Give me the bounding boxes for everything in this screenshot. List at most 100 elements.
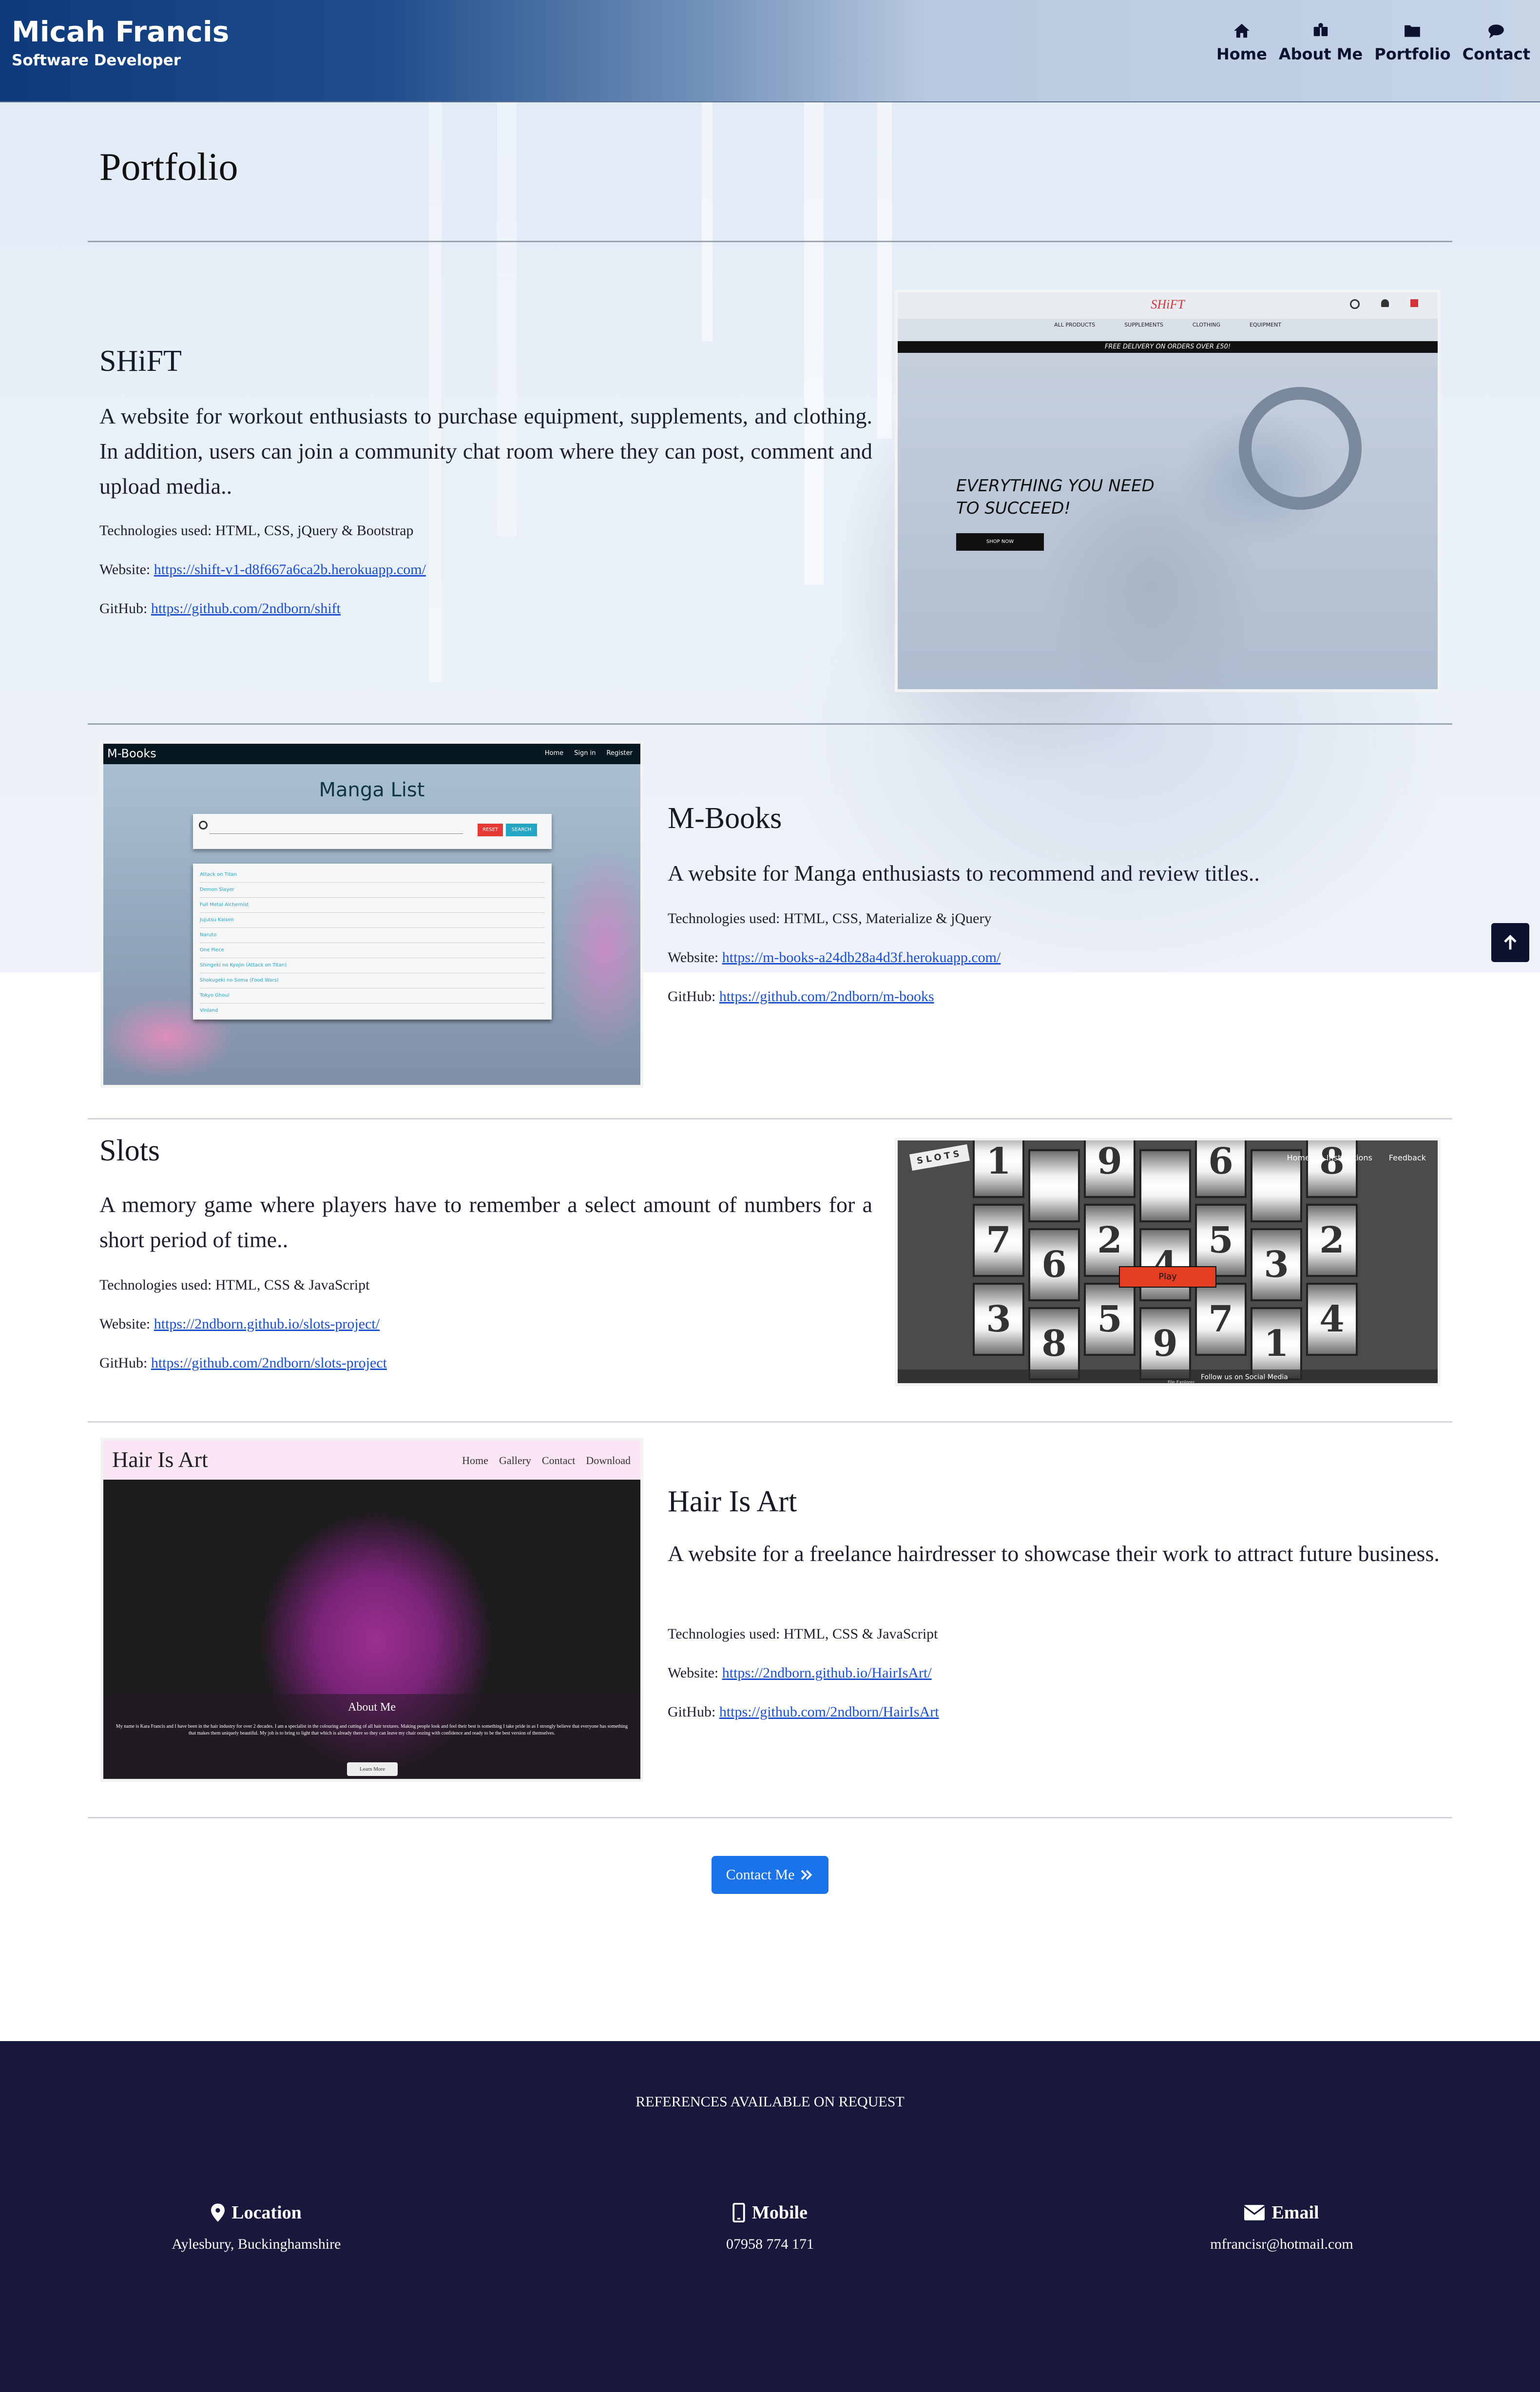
site-header: Micah Francis Software Developer Home Ab… <box>0 0 1540 102</box>
hair-nav-item: Download <box>586 1454 631 1466</box>
manga-list-item: One Piece <box>200 943 545 958</box>
search-icon <box>199 821 208 829</box>
mobile-label: Mobile <box>752 2202 808 2223</box>
project-github-row-slots: GitHub: https://github.com/2ndborn/slots… <box>99 1355 387 1371</box>
project-tech-hairisart: Technologies used: HTML, CSS & JavaScrip… <box>668 1626 938 1642</box>
mbooks-shot-search-card: RESET SEARCH <box>193 814 552 849</box>
project-website-row-hairisart: Website: https://2ndborn.github.io/HairI… <box>668 1665 932 1681</box>
project-title-shift: SHiFT <box>99 345 182 378</box>
nav-home[interactable]: Home <box>1211 21 1273 63</box>
manga-list-item: Vinland <box>200 1008 218 1013</box>
slot-cell <box>1028 1149 1080 1222</box>
website-label: Website: <box>668 1665 722 1681</box>
project-website-row-mbooks: Website: https://m-books-a24db28a4d3f.he… <box>668 949 1001 966</box>
slots-shot-nav: Home Instructions Feedback <box>1287 1153 1426 1162</box>
project-website-link-mbooks[interactable]: https://m-books-a24db28a4d3f.herokuapp.c… <box>722 949 1001 965</box>
website-label: Website: <box>99 561 154 578</box>
shift-menu-item: EQUIPMENT <box>1250 322 1281 328</box>
main-nav: Home About Me Portfolio Contact <box>1211 21 1536 63</box>
double-chevron-right-icon <box>801 1870 812 1880</box>
hair-nav-item: Contact <box>541 1454 576 1466</box>
brand-name[interactable]: Micah Francis <box>12 15 229 49</box>
shift-shot-menu: ALL PRODUCTS SUPPLEMENTS CLOTHING EQUIPM… <box>898 322 1438 333</box>
bag-icon <box>1410 299 1418 307</box>
slot-cell: 9 <box>1084 1140 1136 1198</box>
project-github-link-slots[interactable]: https://github.com/2ndborn/slots-project <box>151 1355 387 1371</box>
project-description-shift: A website for workout enthusiasts to pur… <box>99 404 872 499</box>
project-screenshot-slots[interactable]: 173689254965731824 SLOTS Home Instructio… <box>895 1138 1441 1386</box>
project-website-link-slots[interactable]: https://2ndborn.github.io/slots-project/ <box>154 1316 380 1332</box>
project-github-link-shift[interactable]: https://github.com/2ndborn/shift <box>151 600 341 617</box>
hair-shot-navbar: Hair Is Art Home Gallery Contact Downloa… <box>103 1441 640 1480</box>
manga-list-item: Jujutsu Kaisen <box>200 913 545 928</box>
shift-shot-headline: EVERYTHING YOU NEED TO SUCCEED! <box>956 476 1155 518</box>
github-label: GitHub: <box>99 1355 151 1371</box>
hair-shot-about: About Me My name is Kara Francis and I h… <box>103 1694 640 1779</box>
slots-shot-footer: Follow us on Social Media File Explorer <box>898 1370 1438 1385</box>
website-label: Website: <box>99 1316 154 1332</box>
footer-mobile-heading: Mobile <box>599 2202 941 2223</box>
project-github-link-mbooks[interactable]: https://github.com/2ndborn/m-books <box>719 988 934 1004</box>
footer-mobile: Mobile 07958 774 171 <box>599 2202 941 2253</box>
mobile-phone-icon <box>732 2203 745 2222</box>
nav-portfolio[interactable]: Portfolio <box>1368 21 1456 63</box>
hair-shot-nav: Home Gallery Contact Download <box>462 1454 631 1467</box>
mbooks-shot-heading: Manga List <box>319 779 425 801</box>
project-screenshot-hairisart[interactable]: Hair Is Art Home Gallery Contact Downloa… <box>100 1438 643 1782</box>
project-screenshot-mbooks[interactable]: M-Books Home Sign in Register Manga List… <box>100 741 643 1088</box>
project-github-link-hairisart[interactable]: https://github.com/2ndborn/HairIsArt <box>719 1704 939 1720</box>
hair-learn-more-button: Learn More <box>347 1762 398 1776</box>
folder-icon <box>1405 25 1421 37</box>
divider <box>88 241 1452 242</box>
mbooks-nav-item: Home <box>544 750 564 757</box>
manga-list-item: Full Metal Alchemist <box>200 898 545 913</box>
slot-cell: 1 <box>973 1140 1024 1198</box>
project-description-mbooks: A website for Manga enthusiasts to recom… <box>668 861 1260 886</box>
project-website-row-shift: Website: https://shift-v1-d8f667a6ca2b.h… <box>99 561 426 578</box>
slot-cell: 5 <box>1084 1283 1136 1356</box>
project-website-row-slots: Website: https://2ndborn.github.io/slots… <box>99 1316 380 1332</box>
location-value: Aylesbury, Buckinghamshire <box>172 2236 341 2252</box>
nav-contact[interactable]: Contact <box>1457 21 1536 63</box>
project-website-link-hairisart[interactable]: https://2ndborn.github.io/HairIsArt/ <box>722 1665 932 1681</box>
hair-nav-item: Gallery <box>499 1454 531 1466</box>
project-screenshot-shift[interactable]: SHiFT ALL PRODUCTS SUPPLEMENTS CLOTHING … <box>895 289 1441 692</box>
slot-reels: 173689254965731824 <box>973 1140 1365 1383</box>
slot-cell: 3 <box>1251 1228 1302 1301</box>
divider <box>88 1421 1452 1423</box>
slot-cell: 6 <box>1195 1140 1247 1198</box>
shift-shot-navbar: SHiFT <box>898 292 1438 319</box>
project-tech-slots: Technologies used: HTML, CSS & JavaScrip… <box>99 1277 370 1293</box>
manga-list-item: Naruto <box>200 928 545 943</box>
mbooks-nav-item: Register <box>606 750 633 757</box>
brand-subtitle: Software Developer <box>12 52 181 69</box>
slot-cell: 6 <box>1028 1228 1080 1301</box>
mbooks-shot-list: Attack on Titan Demon Slayer Full Metal … <box>193 864 552 1020</box>
slot-reel: 925 <box>1084 1140 1136 1383</box>
mbooks-shot-logo: M-Books <box>107 747 156 760</box>
github-label: GitHub: <box>668 988 719 1004</box>
shift-shot-hero: EVERYTHING YOU NEED TO SUCCEED! SHOP NOW <box>898 353 1438 689</box>
slots-credit: File Explorer <box>1168 1380 1195 1385</box>
footer-email: Email mfrancisr@hotmail.com <box>1111 2202 1452 2253</box>
shift-menu-item: ALL PRODUCTS <box>1054 322 1096 328</box>
mobile-value: 07958 774 171 <box>726 2236 814 2252</box>
slots-shot-logo: SLOTS <box>909 1144 970 1171</box>
hair-shot-logo: Hair Is Art <box>112 1447 208 1472</box>
footer-location-heading: Location <box>86 2202 427 2223</box>
nav-about[interactable]: About Me <box>1273 21 1368 63</box>
shift-shot-cta: SHOP NOW <box>956 533 1044 551</box>
hair-about-title: About Me <box>348 1701 396 1714</box>
references-text: REFERENCES AVAILABLE ON REQUEST <box>635 2094 905 2110</box>
back-to-top-button[interactable] <box>1491 923 1529 962</box>
nav-about-label: About Me <box>1278 45 1363 63</box>
contact-me-button[interactable]: Contact Me <box>712 1856 828 1894</box>
project-website-link-shift[interactable]: https://shift-v1-d8f667a6ca2b.herokuapp.… <box>154 561 426 578</box>
search-underline <box>210 833 463 834</box>
divider <box>88 1817 1452 1818</box>
slot-reel: 31 <box>1251 1147 1302 1383</box>
shift-shot-icons <box>1350 299 1418 309</box>
manga-list-item: Tokyo Ghoul <box>200 988 545 1003</box>
email-label: Email <box>1271 2202 1319 2223</box>
arrow-up-icon <box>1504 934 1517 950</box>
